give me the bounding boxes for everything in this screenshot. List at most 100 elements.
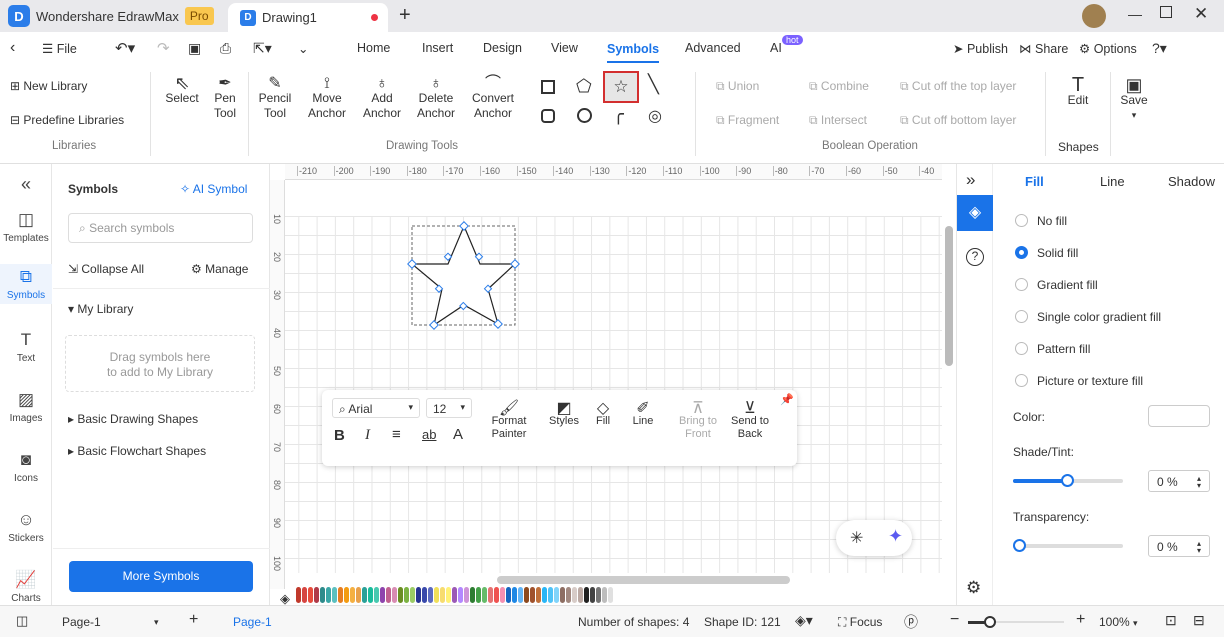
close-icon[interactable]: ✕ bbox=[1194, 4, 1208, 24]
radio-gradient-fill[interactable] bbox=[1015, 278, 1028, 291]
zoom-in-icon[interactable]: + bbox=[1076, 611, 1085, 629]
zoom-select[interactable]: 100% ▾ bbox=[1099, 615, 1138, 629]
pentagon-shape-button[interactable]: ⬠ bbox=[576, 76, 592, 97]
convert-anchor-tool[interactable]: ⌒ Convert Anchor bbox=[468, 76, 518, 121]
italic-button[interactable]: I bbox=[365, 427, 370, 444]
color-swatch[interactable] bbox=[380, 587, 385, 603]
manage-button[interactable]: ⚙ Manage bbox=[191, 262, 248, 276]
avatar[interactable] bbox=[1082, 4, 1106, 28]
send-to-back-button[interactable]: ⊻ Send to Back bbox=[726, 401, 774, 441]
color-swatch[interactable] bbox=[296, 587, 301, 603]
fit-page-icon[interactable]: ⊡ bbox=[1165, 612, 1177, 629]
intersect-button[interactable]: ⧉ Intersect bbox=[809, 113, 867, 128]
redo-icon[interactable]: ↷ bbox=[157, 39, 170, 57]
settings-icon[interactable]: ⚙ bbox=[966, 578, 981, 598]
color-swatch[interactable] bbox=[542, 587, 547, 603]
pen-tool[interactable]: ✒ Pen Tool bbox=[208, 76, 242, 121]
sidebar-item-text[interactable]: T Text bbox=[0, 330, 52, 364]
color-swatch[interactable] bbox=[554, 587, 559, 603]
more-icon[interactable]: ⌄ bbox=[298, 41, 308, 56]
transparency-slider-handle[interactable] bbox=[1013, 539, 1026, 552]
tab-line[interactable]: Line bbox=[1100, 174, 1125, 189]
help-icon[interactable]: ?▾ bbox=[1152, 40, 1167, 57]
spiral-shape-button[interactable]: ◎ bbox=[648, 106, 662, 126]
color-swatch[interactable] bbox=[524, 587, 529, 603]
color-swatch[interactable] bbox=[392, 587, 397, 603]
collapse-icon[interactable]: « bbox=[0, 174, 52, 195]
sidebar-item-stickers[interactable]: ☺ Stickers bbox=[0, 510, 52, 544]
color-swatch[interactable] bbox=[302, 587, 307, 603]
color-swatch[interactable] bbox=[452, 587, 457, 603]
color-swatch[interactable] bbox=[464, 587, 469, 603]
sidebar-item-templates[interactable]: ◫ Templates bbox=[0, 210, 52, 244]
color-swatch[interactable] bbox=[356, 587, 361, 603]
export-icon[interactable]: ⇱▾ bbox=[253, 40, 272, 57]
color-swatch[interactable] bbox=[584, 587, 589, 603]
select-tool[interactable]: ⇖ Select bbox=[163, 74, 201, 106]
my-library-toggle[interactable]: ▾ My Library bbox=[68, 302, 133, 316]
rounded-rectangle-button[interactable] bbox=[541, 109, 555, 123]
tab-insert[interactable]: Insert bbox=[422, 41, 453, 55]
bring-to-front-button[interactable]: ⊼ Bring to Front bbox=[674, 401, 722, 441]
app-tab[interactable]: D Wondershare EdrawMax Pro bbox=[8, 3, 214, 29]
search-input[interactable]: ⌕ Search symbols bbox=[68, 213, 253, 243]
color-swatch[interactable] bbox=[608, 587, 613, 603]
sidebar-item-icons[interactable]: ◙ Icons bbox=[0, 450, 52, 484]
line-button[interactable]: ✐ Line bbox=[628, 401, 658, 428]
transparency-slider[interactable] bbox=[1013, 539, 1123, 552]
radio-solid-fill[interactable] bbox=[1015, 246, 1028, 259]
arc-shape-button[interactable]: ╭ bbox=[613, 104, 624, 125]
line-shape-button[interactable]: ╲ bbox=[648, 74, 659, 95]
shade-slider-handle[interactable] bbox=[1061, 474, 1074, 487]
sidebar-item-charts[interactable]: 📈 Charts bbox=[0, 570, 52, 604]
delete-anchor-tool[interactable]: ♁ Delete Anchor bbox=[413, 76, 459, 121]
color-swatch[interactable] bbox=[410, 587, 415, 603]
color-swatch[interactable] bbox=[512, 587, 517, 603]
radio-single-gradient[interactable] bbox=[1015, 310, 1028, 323]
fit-width-icon[interactable]: ⊟ bbox=[1193, 612, 1205, 629]
color-swatch[interactable] bbox=[314, 587, 319, 603]
edit-shapes-button[interactable]: T Edit bbox=[1062, 75, 1094, 108]
shade-input[interactable]: 0 % ▴ ▾ bbox=[1148, 470, 1210, 492]
union-button[interactable]: ⧉ Union bbox=[716, 79, 759, 94]
maximize-icon[interactable] bbox=[1160, 6, 1172, 18]
color-swatch[interactable] bbox=[326, 587, 331, 603]
color-swatch[interactable] bbox=[440, 587, 445, 603]
color-swatch[interactable] bbox=[368, 587, 373, 603]
color-swatch[interactable] bbox=[590, 587, 595, 603]
circle-shape-button[interactable] bbox=[577, 108, 592, 123]
fill-panel-icon[interactable]: ◈ bbox=[957, 195, 993, 231]
color-swatch[interactable] bbox=[344, 587, 349, 603]
color-swatch[interactable] bbox=[500, 587, 505, 603]
help-icon[interactable]: ? bbox=[966, 248, 984, 266]
file-menu[interactable]: ☰ File bbox=[42, 41, 77, 56]
color-swatch[interactable] bbox=[434, 587, 439, 603]
tab-ai[interactable]: AI bbox=[770, 41, 782, 55]
expand-icon[interactable]: » bbox=[966, 170, 975, 190]
minimize-icon[interactable]: — bbox=[1128, 6, 1142, 22]
color-swatch[interactable] bbox=[518, 587, 523, 603]
combine-button[interactable]: ⧉ Combine bbox=[809, 79, 869, 94]
color-swatch[interactable] bbox=[536, 587, 541, 603]
fragment-button[interactable]: ⧉ Fragment bbox=[716, 113, 779, 128]
color-swatch[interactable] bbox=[572, 587, 577, 603]
radio-pattern-fill[interactable] bbox=[1015, 342, 1028, 355]
sidebar-item-images[interactable]: ▨ Images bbox=[0, 390, 52, 424]
color-swatch[interactable] bbox=[494, 587, 499, 603]
align-button[interactable]: ≡ bbox=[392, 426, 401, 443]
tab-fill[interactable]: Fill bbox=[1025, 174, 1044, 189]
color-swatch[interactable] bbox=[560, 587, 565, 603]
page-panel-icon[interactable]: ◫ bbox=[16, 613, 28, 629]
zoom-handle[interactable] bbox=[984, 616, 996, 628]
tab-shadow[interactable]: Shadow bbox=[1168, 174, 1215, 189]
color-swatch[interactable] bbox=[530, 587, 535, 603]
color-swatch[interactable] bbox=[566, 587, 571, 603]
color-swatch[interactable] bbox=[488, 587, 493, 603]
color-picker[interactable] bbox=[1148, 405, 1210, 427]
color-swatch[interactable] bbox=[422, 587, 427, 603]
shade-slider[interactable] bbox=[1013, 474, 1123, 487]
share-button[interactable]: ⋈ Share bbox=[1019, 41, 1068, 56]
pin-icon[interactable]: 📌 bbox=[780, 393, 794, 406]
add-page-icon[interactable]: + bbox=[189, 611, 198, 629]
color-swatch[interactable] bbox=[308, 587, 313, 603]
